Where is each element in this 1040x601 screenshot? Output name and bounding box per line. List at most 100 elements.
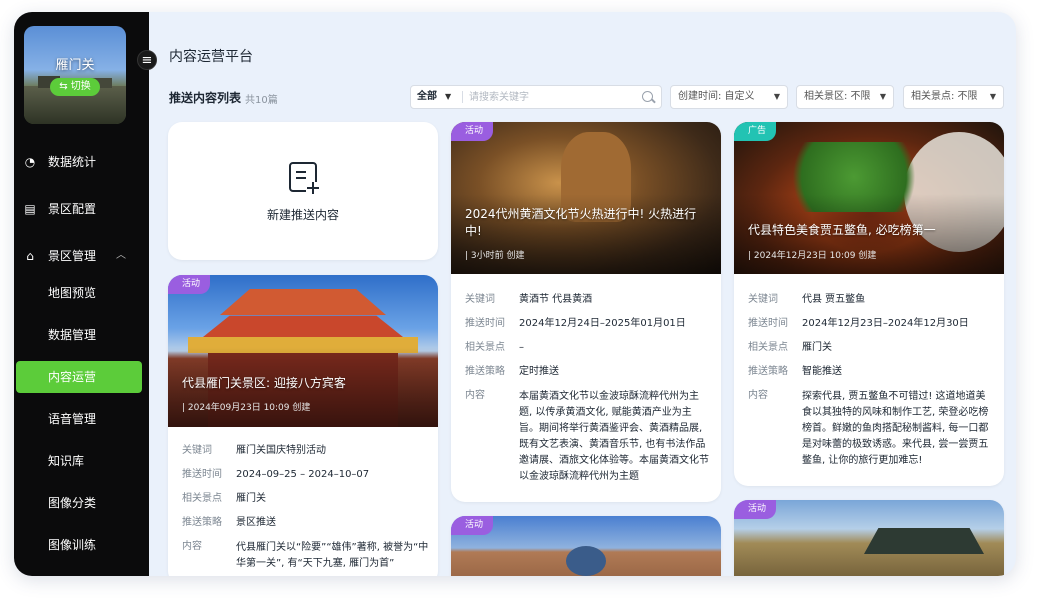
related-spot-filter[interactable]: 相关景点: 不限 ▼	[903, 85, 1004, 109]
scenic-area-name: 雁门关	[55, 58, 95, 73]
card-created: 3小时前 创建	[470, 251, 525, 261]
content-card[interactable]: 活动 代县雁门关景区: 迎接八方宾客 | 2024年09月23日 10:09 创…	[168, 275, 438, 576]
filter-label: 相关景区: 不限	[804, 91, 871, 102]
card-created: 2024年09月23日 10:09 创建	[187, 403, 311, 413]
content-card[interactable]: 活动 2024代州黄酒文化节火热进行中! 火热进行中! | 3小时前 创建 关键…	[451, 122, 721, 502]
chevron-up-icon: ︿	[116, 250, 126, 261]
field-value: 2024年12月24日–2025年01月01日	[519, 318, 686, 329]
field-key: 内容	[465, 390, 485, 401]
caret-down-icon[interactable]: ▼	[445, 86, 451, 108]
field-key: 推送时间	[182, 469, 222, 480]
field-key: 关键词	[748, 294, 778, 305]
new-content-label: 新建推送内容	[266, 208, 339, 222]
filter-label: 相关景点: 不限	[911, 91, 978, 102]
sidebar: 雁门关 ⇆ 切换 ≡ ◔ 数据统计 ▤ 景区配置 ⌂ 景区管理 ︿ 地图预览 数…	[14, 12, 157, 576]
field-value: 黄酒节 代县黄酒	[519, 294, 593, 305]
nav-label: 数据统计	[48, 155, 97, 169]
nav-label: 景区管理	[48, 249, 97, 263]
new-document-icon	[289, 162, 320, 196]
sub-item-knowledge-base[interactable]: 知识库	[14, 445, 149, 477]
category-tag: 活动	[168, 275, 211, 294]
scope-select[interactable]: 全部	[417, 86, 437, 108]
divider	[462, 91, 463, 103]
field-key: 相关景点	[748, 342, 788, 353]
sub-item-label: 数据管理	[48, 328, 97, 342]
field-key: 关键词	[182, 445, 212, 456]
field-key: 推送时间	[465, 318, 505, 329]
bank-icon: ⌂	[26, 249, 34, 263]
settings-panel-icon: ▤	[24, 202, 36, 216]
page-title: 内容运营平台	[169, 49, 253, 65]
sub-item-label: 图像分类	[48, 496, 97, 510]
field-key: 关键词	[465, 294, 495, 305]
card-created: 2024年12月23日 10:09 创建	[753, 251, 877, 261]
sub-item-content-ops[interactable]: 内容运营	[16, 361, 142, 393]
field-value: 定时推送	[519, 366, 559, 377]
nav-area-management[interactable]: ⌂ 景区管理 ︿	[14, 240, 149, 272]
list-title: 推送内容列表	[169, 91, 242, 105]
card-meta: | 3小时前 创建	[465, 251, 525, 261]
field-key: 推送策略	[182, 517, 222, 528]
sub-item-label: 图像训练	[48, 538, 97, 552]
field-value: 本届黄酒文化节以金波琼酥流粹代州为主题, 以传承黄酒文化, 赋能黄酒产业为主旨。…	[519, 391, 709, 482]
sub-item-data-management[interactable]: 数据管理	[14, 319, 149, 351]
caret-down-icon: ▼	[773, 92, 780, 101]
pie-chart-icon: ◔	[24, 155, 36, 169]
card-title: 代县特色美食贾五鳖鱼, 必吃榜第一	[748, 223, 936, 237]
field-value: 代县 贾五鳖鱼	[802, 294, 866, 305]
field-value: 代县雁门关以“险要”“雄伟”著称, 被誉为“中华第一关”, 有“天下九塞, 雁门…	[236, 542, 429, 569]
field-value: 雁门关	[236, 493, 266, 504]
field-value: 雁门关	[802, 342, 832, 353]
category-tag: 活动	[734, 500, 777, 519]
scenic-area-card: 雁门关 ⇆ 切换	[24, 26, 126, 124]
sub-item-label: 地图预览	[48, 286, 97, 300]
sub-item-label: 语音管理	[48, 412, 97, 426]
field-key: 推送策略	[748, 366, 788, 377]
field-key: 内容	[182, 541, 202, 552]
created-time-filter[interactable]: 创建时间: 自定义 ▼	[670, 85, 788, 109]
field-value: 探索代县, 贾五鳖鱼不可错过! 这道地道美食以其独特的风味和制作工艺, 荣登必吃…	[802, 391, 989, 466]
field-value: 景区推送	[236, 517, 276, 528]
nav-area-config[interactable]: ▤ 景区配置	[14, 193, 149, 225]
sub-item-label: 内容运营	[48, 370, 97, 384]
switch-label: 切换	[70, 81, 91, 92]
sub-item-image-training[interactable]: 图像训练	[14, 529, 149, 561]
card-title: 2024代州黄酒文化节火热进行中! 火热进行中!	[465, 207, 697, 238]
card-meta: | 2024年09月23日 10:09 创建	[182, 403, 311, 413]
field-value: 2024年12月23日–2024年12月30日	[802, 318, 969, 329]
card-title: 代县雁门关景区: 迎接八方宾客	[182, 376, 346, 390]
category-tag: 活动	[451, 122, 494, 141]
field-value: 雁门关国庆特别活动	[236, 445, 326, 456]
field-key: 推送时间	[748, 318, 788, 329]
search-icon[interactable]	[642, 91, 653, 102]
sub-item-label: 知识库	[48, 454, 85, 468]
filter-label: 创建时间: 自定义	[678, 91, 755, 102]
caret-down-icon: ▼	[989, 92, 996, 101]
field-key: 推送策略	[465, 366, 505, 377]
sub-item-map-preview[interactable]: 地图预览	[14, 277, 149, 309]
category-tag: 广告	[734, 122, 777, 141]
field-key: 内容	[748, 390, 768, 401]
content-card[interactable]: 广告 代县特色美食贾五鳖鱼, 必吃榜第一 | 2024年12月23日 10:09…	[734, 122, 1004, 486]
related-area-filter[interactable]: 相关景区: 不限 ▼	[796, 85, 894, 109]
app-window: 雁门关 ⇆ 切换 ≡ ◔ 数据统计 ▤ 景区配置 ⌂ 景区管理 ︿ 地图预览 数…	[14, 12, 1016, 576]
field-value: 2024–09–25 – 2024–10–07	[236, 469, 370, 480]
switch-area-button[interactable]: ⇆ 切换	[50, 78, 100, 96]
sub-item-voice-management[interactable]: 语音管理	[14, 403, 149, 435]
search-input[interactable]	[469, 89, 629, 105]
sub-item-image-classification[interactable]: 图像分类	[14, 487, 149, 519]
category-tag: 活动	[451, 516, 494, 535]
field-value: 智能推送	[802, 366, 842, 377]
list-count: 共10篇	[245, 95, 278, 106]
field-key: 相关景点	[182, 493, 222, 504]
nav-label: 景区配置	[48, 202, 97, 216]
main-content: 内容运营平台 推送内容列表 共10篇 全部 ▼ 创建时间: 自定义 ▼ 相关景区…	[149, 12, 1016, 576]
content-card[interactable]: 活动	[451, 516, 721, 576]
nav-data-stats[interactable]: ◔ 数据统计	[14, 146, 149, 178]
search-bar: 全部 ▼	[410, 85, 662, 109]
caret-down-icon: ▼	[879, 92, 886, 101]
field-key: 相关景点	[465, 342, 505, 353]
field-value: –	[519, 342, 524, 353]
new-content-card[interactable]: 新建推送内容	[168, 122, 438, 260]
content-card[interactable]: 活动	[734, 500, 1004, 576]
